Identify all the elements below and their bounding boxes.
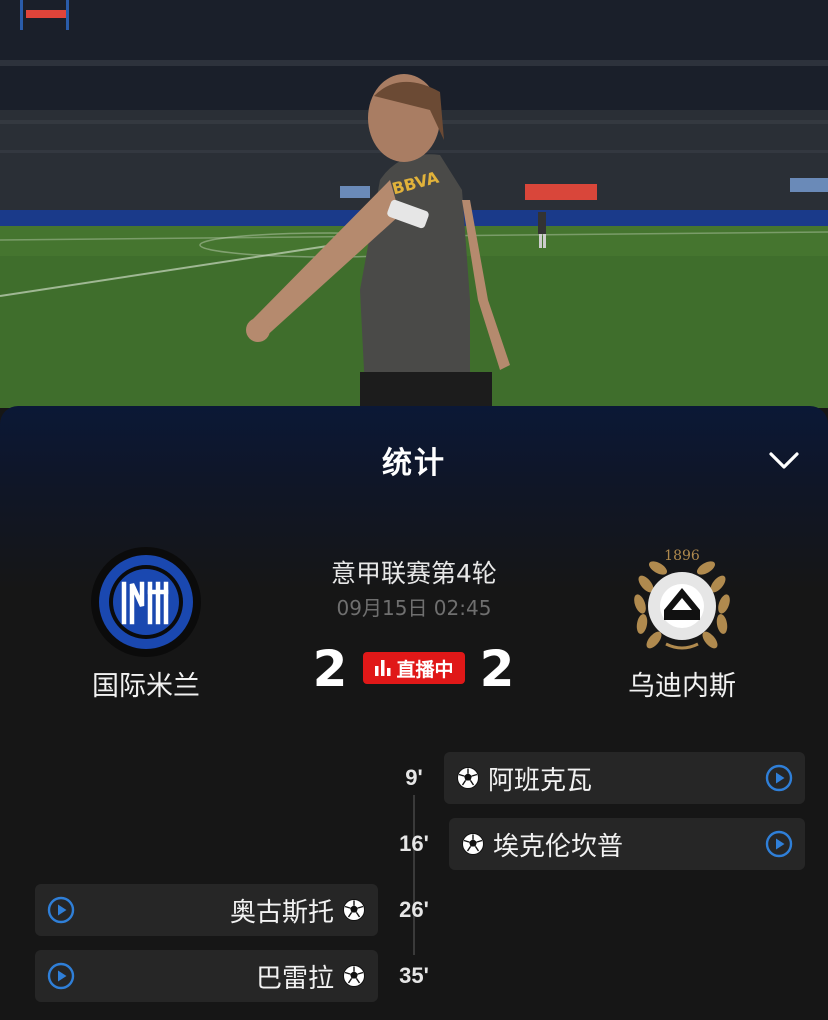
video-frame: BBVA	[0, 0, 828, 408]
play-replay-icon[interactable]	[765, 830, 793, 858]
home-team-name: 国际米兰	[92, 671, 200, 702]
panel-title: 统计	[382, 446, 446, 481]
match-datetime: 09月15日 02:45	[336, 596, 492, 620]
soccer-ball-icon	[343, 965, 365, 987]
svg-text:1896: 1896	[664, 548, 700, 564]
away-team-name: 乌迪内斯	[628, 671, 736, 702]
goal-event-item[interactable]: 巴雷拉	[35, 950, 378, 1002]
play-replay-icon[interactable]	[765, 764, 793, 792]
live-bars-icon	[375, 660, 391, 676]
udinese-logo: 1896	[634, 548, 730, 650]
inter-milan-logo	[91, 547, 201, 657]
chevron-down-icon[interactable]	[766, 446, 802, 474]
event-minute: 16'	[399, 831, 429, 856]
goal-event-item[interactable]: 埃克伦坎普	[449, 818, 805, 870]
live-badge: 直播中	[363, 652, 465, 684]
event-minute: 9'	[405, 765, 423, 790]
soccer-ball-icon	[457, 767, 479, 789]
goal-event-item[interactable]: 阿班克瓦	[444, 752, 805, 804]
event-minute: 35'	[399, 963, 429, 988]
play-replay-icon[interactable]	[47, 896, 75, 924]
scorer-name: 奥古斯托	[229, 897, 334, 928]
scorer-name: 阿班克瓦	[488, 765, 593, 796]
play-replay-icon[interactable]	[47, 962, 75, 990]
away-score: 2	[479, 640, 515, 698]
home-score: 2	[312, 640, 348, 698]
soccer-ball-icon	[343, 899, 365, 921]
league-round: 意甲联赛第4轮	[331, 559, 497, 588]
live-label: 直播中	[396, 658, 454, 681]
timeline-line	[413, 795, 415, 955]
scorer-name: 巴雷拉	[255, 963, 334, 994]
scorer-name: 埃克伦坎普	[493, 831, 624, 862]
match-video[interactable]: BBVA	[0, 0, 828, 408]
event-minute: 26'	[399, 897, 429, 922]
soccer-ball-icon	[462, 833, 484, 855]
goal-event-item[interactable]: 奥古斯托	[35, 884, 378, 936]
